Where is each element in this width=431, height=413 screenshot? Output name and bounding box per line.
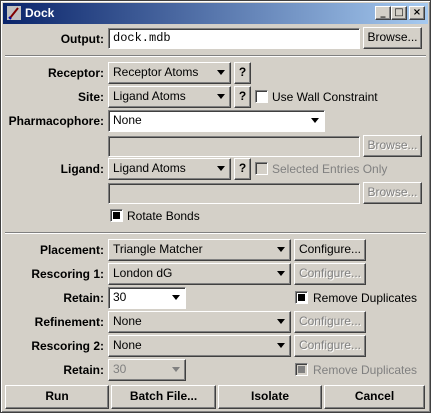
batch-file-button[interactable]: Batch File...: [111, 385, 216, 409]
run-button[interactable]: Run: [5, 385, 109, 409]
remove-duplicates-label: Remove Duplicates: [313, 291, 418, 305]
cancel-button[interactable]: Cancel: [324, 385, 425, 409]
selected-entries-label: Selected Entries Only: [272, 162, 388, 176]
chevron-down-icon: [172, 295, 180, 300]
rescoring1-configure-button[interactable]: Configure...: [294, 263, 366, 285]
maximize-button[interactable]: □: [391, 6, 407, 20]
chevron-down-icon: [172, 367, 180, 372]
isolate-button[interactable]: Isolate: [218, 385, 322, 409]
placement-select[interactable]: Triangle Matcher: [108, 239, 291, 261]
ligand-help-button[interactable]: ?: [234, 158, 251, 180]
site-value: Ligand Atoms: [113, 89, 186, 103]
rescoring1-label: Rescoring 1:: [31, 267, 104, 281]
rescoring2-value: None: [113, 338, 142, 352]
title-bar[interactable]: Dock _ □ ×: [3, 3, 428, 24]
site-select[interactable]: Ligand Atoms: [108, 86, 231, 108]
pharmacophore-file-field[interactable]: [108, 136, 360, 157]
ligand-label: Ligand:: [60, 162, 104, 176]
refinement-value: None: [113, 314, 142, 328]
retain1-select[interactable]: 30: [108, 287, 186, 309]
receptor-label: Receptor:: [47, 66, 104, 80]
retain1-label: Retain:: [63, 291, 104, 305]
site-help-button[interactable]: ?: [234, 86, 251, 108]
receptor-help-button[interactable]: ?: [234, 62, 251, 84]
retain2-label: Retain:: [63, 363, 104, 377]
site-label: Site:: [77, 90, 104, 104]
ligand-file-field[interactable]: [108, 183, 360, 204]
pharmacophore-value: None: [113, 113, 142, 127]
remove-duplicates-2-checkbox[interactable]: [295, 363, 308, 376]
wall-constraint-checkbox[interactable]: [255, 90, 268, 103]
separator: [5, 232, 426, 234]
minimize-button[interactable]: _: [375, 6, 391, 20]
ligand-value: Ligand Atoms: [113, 161, 186, 175]
ligand-browse-button[interactable]: Browse...: [363, 182, 422, 204]
retain2-select[interactable]: 30: [108, 359, 186, 381]
retain2-value: 30: [113, 362, 127, 376]
window-title: Dock: [25, 6, 55, 20]
rescoring2-select[interactable]: None: [108, 335, 291, 357]
refinement-configure-button[interactable]: Configure...: [294, 311, 366, 333]
receptor-value: Receptor Atoms: [113, 65, 199, 79]
pharmacophore-browse-button[interactable]: Browse...: [363, 135, 422, 157]
placement-value: Triangle Matcher: [113, 242, 203, 256]
chevron-down-icon: [311, 118, 319, 123]
ligand-select[interactable]: Ligand Atoms: [108, 158, 231, 180]
app-icon: [7, 6, 21, 20]
wall-constraint-label: Use Wall Constraint: [272, 90, 378, 104]
chevron-down-icon: [277, 343, 285, 348]
chevron-down-icon: [217, 166, 225, 171]
chevron-down-icon: [217, 70, 225, 75]
output-label: Output:: [60, 32, 104, 46]
selected-entries-checkbox[interactable]: [255, 162, 268, 175]
rescoring1-value: London dG: [113, 266, 173, 280]
pharmacophore-select[interactable]: None: [108, 110, 325, 132]
remove-duplicates-checkbox[interactable]: [295, 291, 308, 304]
chevron-down-icon: [217, 94, 225, 99]
chevron-down-icon: [277, 319, 285, 324]
output-browse-button[interactable]: Browse...: [363, 27, 422, 49]
retain1-value: 30: [113, 290, 127, 304]
placement-configure-button[interactable]: Configure...: [294, 239, 366, 261]
output-field[interactable]: dock.mdb: [108, 28, 360, 49]
rotate-bonds-label: Rotate Bonds: [127, 209, 200, 223]
close-button[interactable]: ×: [409, 6, 425, 20]
refinement-label: Refinement:: [34, 315, 104, 329]
placement-label: Placement:: [39, 243, 104, 257]
remove-duplicates-2-label: Remove Duplicates: [313, 363, 418, 377]
dock-dialog: Dock _ □ × Output: dock.mdb Browse... Re…: [0, 0, 431, 413]
rescoring1-select[interactable]: London dG: [108, 263, 291, 285]
rescoring2-label: Rescoring 2:: [31, 339, 104, 353]
rescoring2-configure-button[interactable]: Configure...: [294, 335, 366, 357]
chevron-down-icon: [277, 247, 285, 252]
pharmacophore-label: Pharmacophore:: [8, 114, 104, 128]
receptor-select[interactable]: Receptor Atoms: [108, 62, 231, 84]
separator: [5, 55, 426, 57]
rotate-bonds-checkbox[interactable]: [110, 209, 123, 222]
refinement-select[interactable]: None: [108, 311, 291, 333]
chevron-down-icon: [277, 271, 285, 276]
